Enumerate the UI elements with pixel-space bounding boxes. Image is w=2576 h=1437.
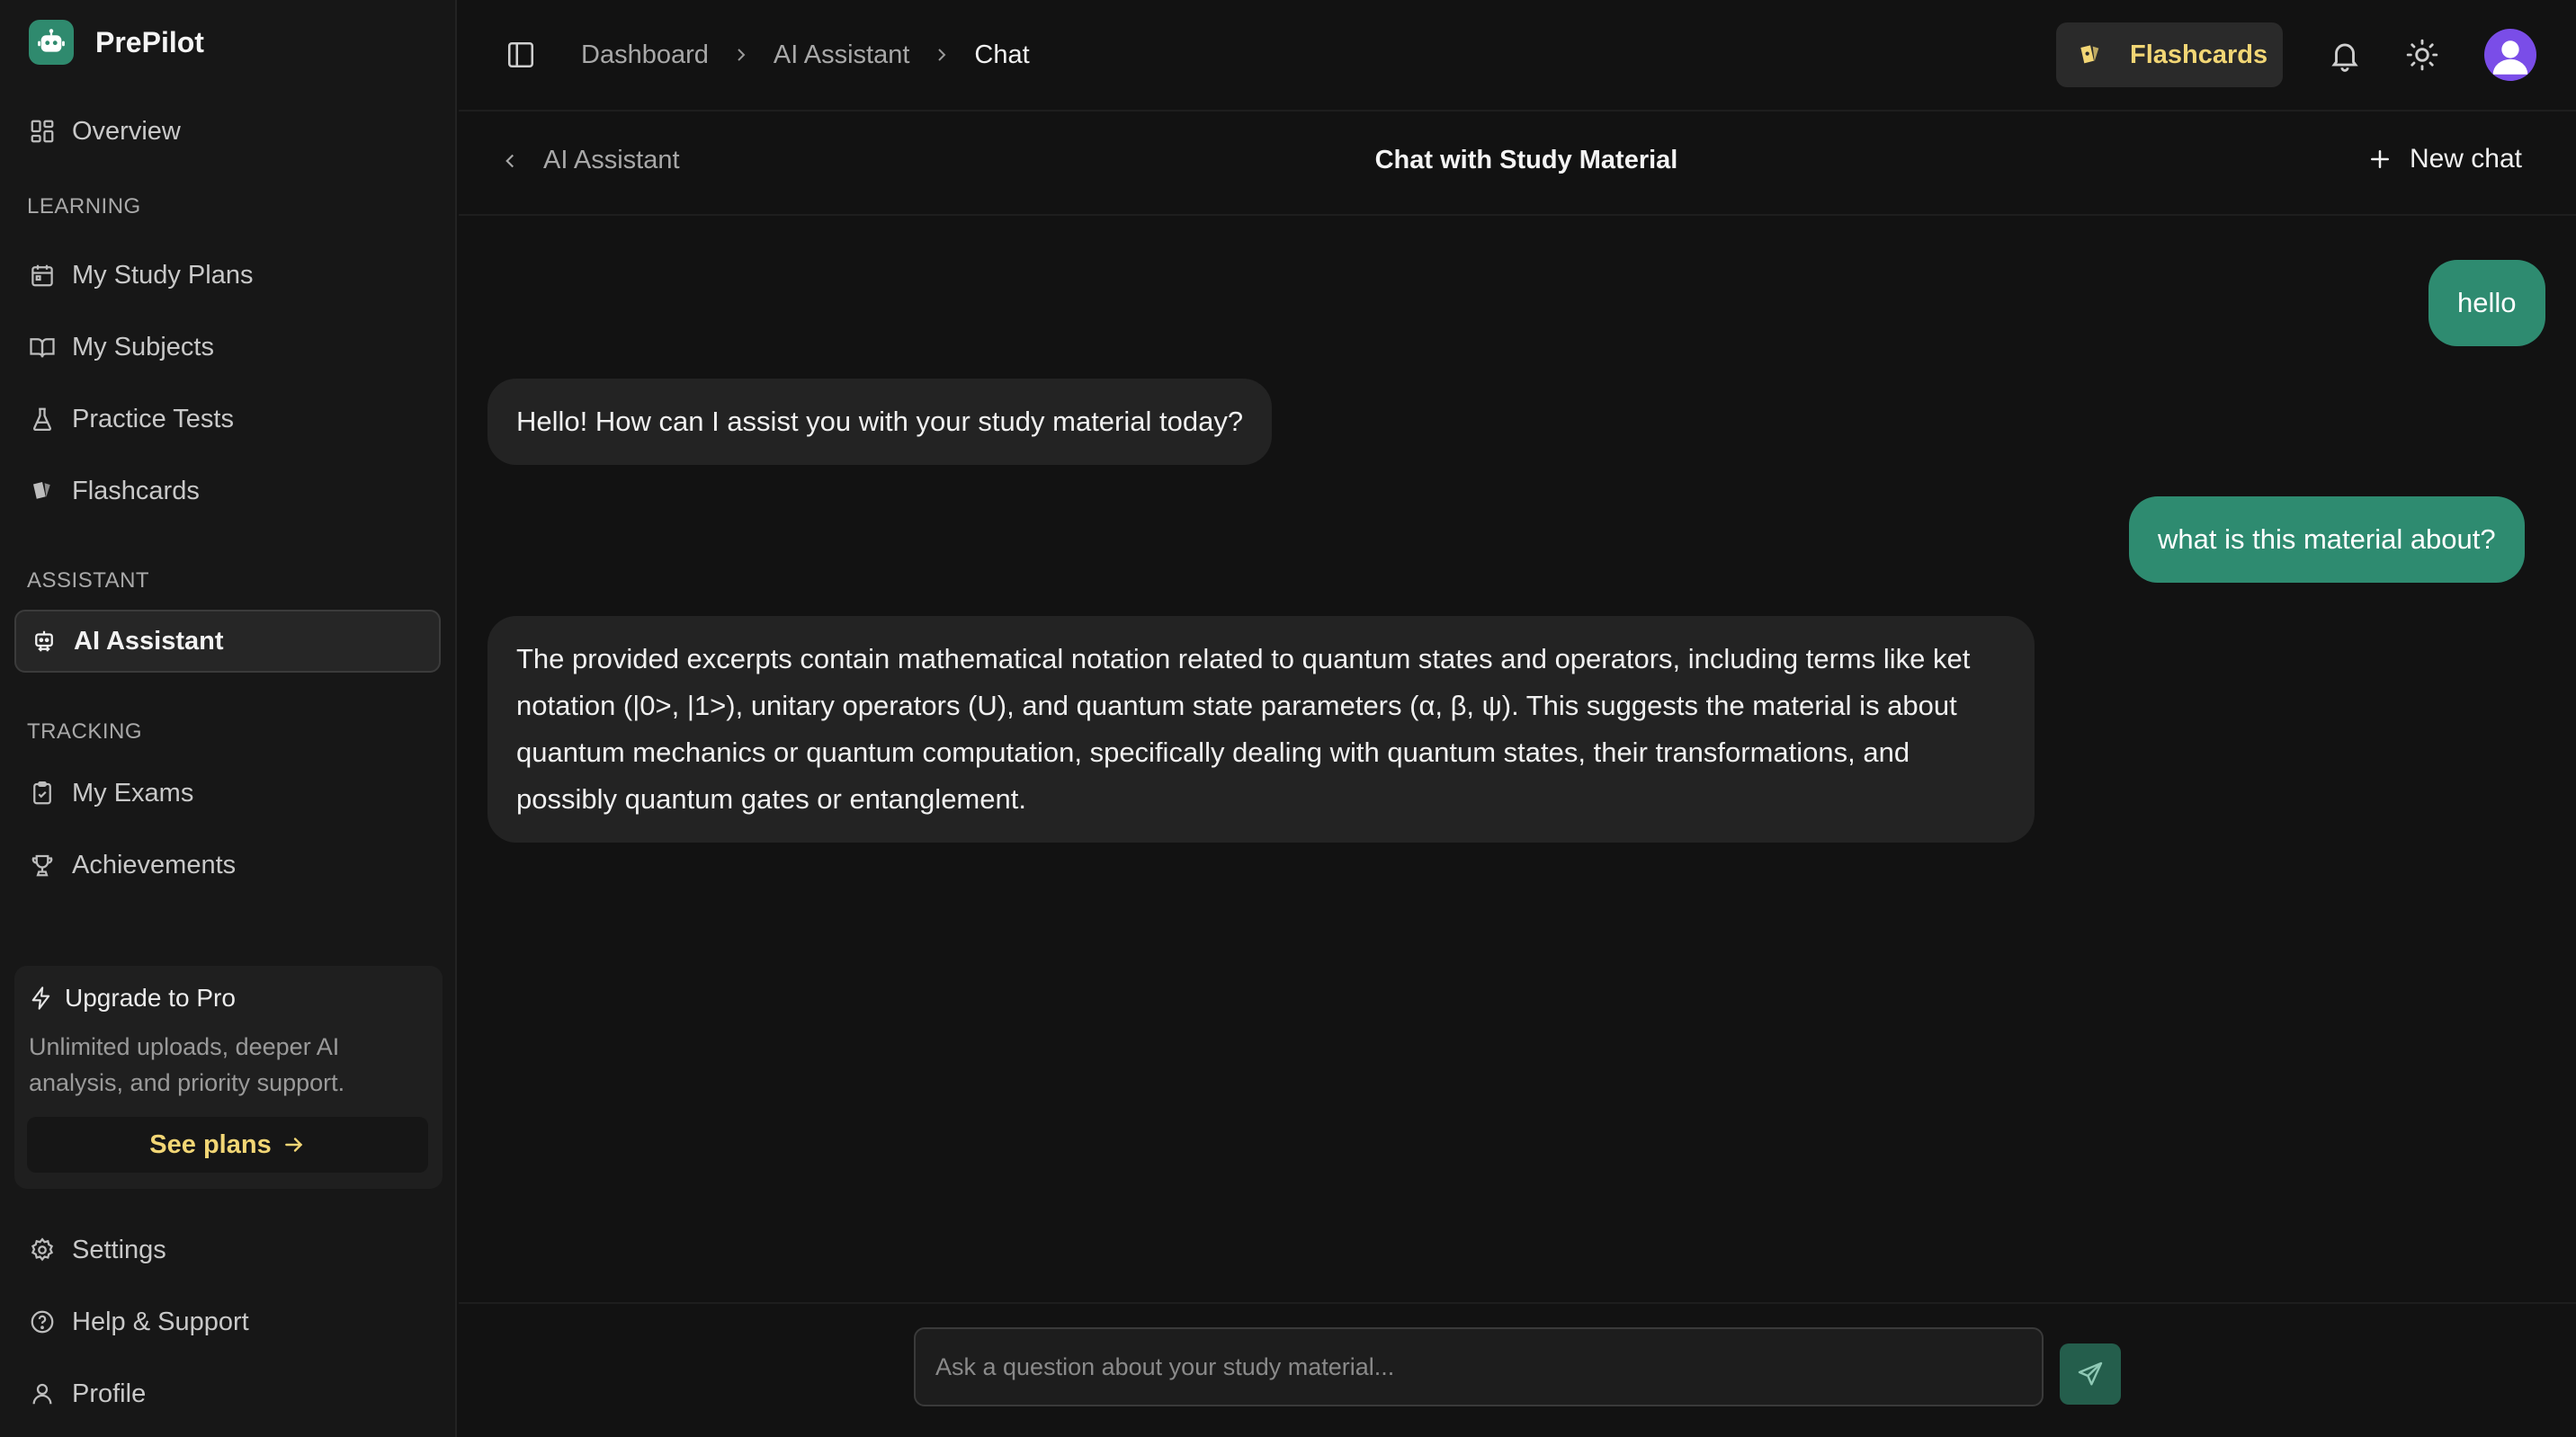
- trophy-icon: [31, 854, 53, 877]
- plus-icon: [2370, 150, 2389, 168]
- upgrade-title: Upgrade to Pro: [29, 984, 236, 1013]
- book-open-icon: [30, 338, 55, 358]
- cards-icon: [2080, 45, 2099, 64]
- sidebar-item-label: Practice Tests: [72, 404, 234, 433]
- section-label-assistant: ASSISTANT: [27, 568, 150, 593]
- grid-icon: [31, 120, 54, 143]
- user-icon: [32, 1383, 52, 1405]
- lightning-icon: [31, 986, 50, 1010]
- new-chat-button[interactable]: New chat: [2366, 144, 2522, 174]
- gear-icon: [31, 1237, 54, 1262]
- upgrade-title-text: Upgrade to Pro: [65, 984, 236, 1012]
- calendar-icon: [31, 264, 53, 287]
- section-label-learning: LEARNING: [27, 194, 141, 219]
- chat-input[interactable]: [914, 1327, 2044, 1406]
- help-circle-icon: [31, 1310, 54, 1334]
- sidebar-item-label: Flashcards: [72, 476, 200, 505]
- sidebar-item-ai-assistant[interactable]: AI Assistant: [14, 610, 441, 673]
- upgrade-card: Upgrade to Pro Unlimited uploads, deeper…: [14, 966, 443, 1189]
- sidebar-item-label: My Exams: [72, 778, 194, 808]
- chat-header: AI Assistant Chat with Study Material Ne…: [459, 113, 2576, 216]
- clipboard-check-icon: [33, 781, 51, 805]
- app-name: PrePilot: [95, 25, 204, 58]
- cards-icon: [33, 482, 50, 499]
- sidebar-item-label: Settings: [72, 1235, 166, 1264]
- sidebar-item-label: My Subjects: [72, 332, 214, 361]
- sidebar-item-flashcards[interactable]: Flashcards: [14, 460, 441, 522]
- sidebar-item-subjects[interactable]: My Subjects: [14, 316, 441, 379]
- flask-icon: [32, 407, 52, 431]
- new-chat-label: New chat: [2409, 144, 2522, 174]
- see-plans-button[interactable]: See plans: [27, 1117, 428, 1173]
- chevron-right-icon: [738, 49, 746, 61]
- sidebar-item-study-plans[interactable]: My Study Plans: [14, 244, 441, 307]
- see-plans-label: See plans: [149, 1129, 272, 1159]
- sidebar-item-label: Achievements: [72, 850, 237, 879]
- sidebar-item-profile[interactable]: Profile: [14, 1362, 441, 1425]
- breadcrumb-dashboard[interactable]: Dashboard: [581, 40, 709, 70]
- chevron-right-icon: [938, 49, 946, 61]
- sidebar-item-settings[interactable]: Settings: [14, 1218, 441, 1281]
- breadcrumb: Dashboard AI Assistant Chat: [581, 36, 1030, 74]
- send-button[interactable]: [2060, 1343, 2121, 1405]
- sidebar-toggle-icon[interactable]: [505, 40, 536, 70]
- bell-icon[interactable]: [2328, 38, 2362, 72]
- sidebar-item-achievements[interactable]: Achievements: [14, 834, 441, 897]
- arrow-right-icon: [284, 1138, 302, 1152]
- flashcards-button[interactable]: Flashcards: [2056, 22, 2283, 87]
- user-message: what is this material about?: [2129, 496, 2525, 583]
- sidebar-item-overview[interactable]: Overview: [14, 100, 441, 163]
- section-label-tracking: TRACKING: [27, 719, 143, 744]
- sidebar-item-label: Help & Support: [72, 1307, 249, 1336]
- flashcards-button-label: Flashcards: [2130, 40, 2268, 69]
- top-bar: Dashboard AI Assistant Chat Flashcards: [459, 0, 2576, 112]
- avatar[interactable]: [2484, 29, 2536, 81]
- sidebar-item-label: Overview: [72, 116, 181, 146]
- sidebar-item-help[interactable]: Help & Support: [14, 1290, 441, 1353]
- upgrade-description: Unlimited uploads, deeper AI analysis, a…: [29, 1033, 345, 1096]
- sidebar-item-label: Profile: [72, 1379, 147, 1408]
- assistant-message: Hello! How can I assist you with your st…: [487, 379, 1273, 465]
- composer: [459, 1302, 2576, 1437]
- user-message: hello: [2428, 260, 2545, 346]
- breadcrumb-current: Chat: [974, 40, 1030, 69]
- send-icon: [2078, 1361, 2103, 1386]
- sidebar-item-label: My Study Plans: [72, 260, 254, 290]
- breadcrumb-ai-assistant[interactable]: AI Assistant: [774, 40, 910, 70]
- brand[interactable]: PrePilot: [29, 20, 204, 65]
- chat-title: Chat with Study Material: [1374, 146, 1678, 174]
- sidebar-item-practice-tests[interactable]: Practice Tests: [14, 388, 441, 451]
- user-avatar-icon: [2492, 40, 2528, 75]
- sidebar-item-exams[interactable]: My Exams: [14, 762, 441, 825]
- robot-logo-icon: [29, 20, 74, 65]
- sidebar-item-label: AI Assistant: [74, 626, 224, 656]
- bot-icon: [35, 630, 53, 652]
- sidebar: PrePilot Overview LEARNING My Study Plan…: [0, 0, 457, 1437]
- sun-icon[interactable]: [2405, 38, 2439, 72]
- assistant-message: The provided excerpts contain mathematic…: [487, 616, 2035, 843]
